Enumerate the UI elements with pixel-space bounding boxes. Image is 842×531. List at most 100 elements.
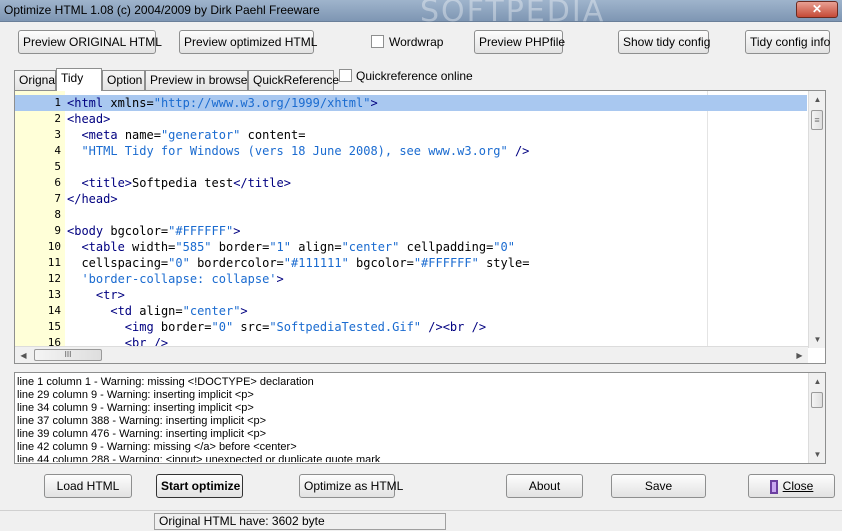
line-number: 7 <box>54 192 61 205</box>
code-text: cellspacing="0" bordercolor="#111111" bg… <box>67 255 529 271</box>
code-token: > <box>233 224 241 238</box>
editor-vertical-scrollbar[interactable]: ▲ ≡ ▼ <box>808 91 825 348</box>
softpedia-watermark: SOFTPEDIA <box>420 0 606 29</box>
preview-original-button[interactable]: Preview ORIGINAL HTML <box>18 30 162 54</box>
code-token: cellspacing= <box>81 256 169 270</box>
code-token: content= <box>240 128 306 142</box>
code-token: "http://www.w3.org/1999/xhtml" <box>153 96 371 110</box>
warning-line: line 42 column 9 - Warning: missing </a>… <box>17 441 297 453</box>
line-number: 12 <box>47 272 61 285</box>
window-close-button[interactable]: ✕ <box>796 1 838 18</box>
start-optimize-button[interactable]: Start optimize <box>156 474 243 498</box>
code-token: "585" <box>175 240 212 254</box>
log-vertical-scrollbar[interactable]: ▲ ▼ <box>808 373 825 463</box>
code-token: border= <box>160 320 212 334</box>
tidy-config-info-button[interactable]: Tidy config info <box>745 30 830 54</box>
warning-line: line 37 column 388 - Warning: inserting … <box>17 415 267 427</box>
tab-orignal[interactable]: Orignal <box>14 70 58 90</box>
code-token: /> <box>507 144 530 158</box>
code-token: "0" <box>211 320 234 334</box>
code-token: bordercolor= <box>189 256 284 270</box>
tidy-warnings-log[interactable]: line 1 column 1 - Warning: missing <!DOC… <box>14 372 826 464</box>
code-token: "SoftpediaTested.Gif" <box>269 320 422 334</box>
tab-tidy[interactable]: Tidy <box>56 68 102 91</box>
optimize-as-html-button[interactable]: Optimize as HTML <box>299 474 403 498</box>
preview-optimized-button[interactable]: Preview optimized HTML <box>179 30 317 54</box>
code-token: > <box>370 96 378 110</box>
tab-quickreference[interactable]: QuickReference <box>248 70 339 90</box>
tab-option[interactable]: Option <box>102 70 145 90</box>
code-text: <td align="center"> <box>67 303 247 319</box>
scroll-left-arrow-icon[interactable]: ◀ <box>15 347 32 364</box>
wordwrap-checkbox[interactable] <box>371 35 384 48</box>
code-token: "#FFFFFF" <box>168 224 234 238</box>
line-number: 9 <box>54 224 61 237</box>
code-token: border= <box>211 240 270 254</box>
code-token: <td <box>110 304 140 318</box>
show-tidy-config-button[interactable]: Show tidy config <box>618 30 710 54</box>
code-line: 14 <td align="center"> <box>15 303 807 319</box>
line-number: 1 <box>54 96 61 109</box>
line-number: 2 <box>54 112 61 125</box>
status-bar: Original HTML have: 3602 byte <box>0 510 842 531</box>
code-text: </head> <box>67 191 118 207</box>
line-number: 4 <box>54 144 61 157</box>
code-token: "#111111" <box>283 256 349 270</box>
about-button[interactable]: About <box>506 474 583 498</box>
vertical-scroll-thumb[interactable]: ≡ <box>811 110 823 130</box>
code-token: xmlns= <box>110 96 154 110</box>
code-line: 5 <box>15 159 807 175</box>
code-token: "#FFFFFF" <box>413 256 479 270</box>
code-line: 8 <box>15 207 807 223</box>
line-number: 5 <box>54 160 61 173</box>
code-token: "1" <box>269 240 291 254</box>
scroll-up-arrow-icon[interactable]: ▲ <box>809 91 826 108</box>
horizontal-scroll-thumb[interactable]: III <box>34 349 102 361</box>
code-text: <tr> <box>67 287 125 303</box>
close-button[interactable]: Close <box>748 474 835 498</box>
line-number: 14 <box>47 304 61 317</box>
code-token: cellpadding= <box>399 240 494 254</box>
preview-php-button[interactable]: Preview PHPfile <box>474 30 565 54</box>
code-line: 15 <img border="0" src="SoftpediaTested.… <box>15 319 807 335</box>
code-line: 4 "HTML Tidy for Windows (vers 18 June 2… <box>15 143 807 159</box>
scroll-down-arrow-icon[interactable]: ▼ <box>809 446 826 463</box>
warning-list: line 1 column 1 - Warning: missing <!DOC… <box>17 376 807 462</box>
close-button-label: Close <box>782 479 814 493</box>
line-number: 11 <box>47 256 61 269</box>
tab-preview-in-browser[interactable]: Preview in browser <box>145 70 251 90</box>
code-token: bgcolor= <box>348 256 414 270</box>
code-token: Softpedia test <box>132 176 234 190</box>
scroll-up-arrow-icon[interactable]: ▲ <box>809 373 826 390</box>
code-text: <head> <box>67 111 110 127</box>
scroll-right-arrow-icon[interactable]: ▶ <box>791 347 808 364</box>
load-html-button[interactable]: Load HTML <box>44 474 132 498</box>
warning-line: line 44 column 288 - Warning: <input> un… <box>17 454 381 462</box>
code-token: <html <box>67 96 111 110</box>
line-number: 10 <box>47 240 61 253</box>
code-text: <table width="585" border="1" align="cen… <box>67 239 515 255</box>
save-button[interactable]: Save <box>611 474 706 498</box>
code-token: <table <box>81 240 133 254</box>
status-original-size: Original HTML have: 3602 byte <box>154 513 446 530</box>
title-bar: Optimize HTML 1.08 (c) 2004/2009 by Dirk… <box>0 0 842 29</box>
window-title: Optimize HTML 1.08 (c) 2004/2009 by Dirk… <box>4 3 320 17</box>
quickreference-online-label: Quickreference online <box>356 69 473 83</box>
code-editor[interactable]: 1 <html xmlns="http://www.w3.org/1999/xht… <box>14 90 826 364</box>
code-token: <tr> <box>95 288 125 302</box>
editor-horizontal-scrollbar[interactable]: ◀ III ▶ <box>15 346 808 363</box>
code-token: bgcolor= <box>110 224 169 238</box>
quickreference-online-checkbox[interactable] <box>339 69 352 82</box>
code-line: 2 <head> <box>15 111 807 127</box>
code-token: </title> <box>233 176 291 190</box>
code-line: 1 <html xmlns="http://www.w3.org/1999/xht… <box>15 95 807 111</box>
code-line: 7 </head> <box>15 191 807 207</box>
log-scroll-thumb[interactable] <box>811 392 823 408</box>
scroll-down-arrow-icon[interactable]: ▼ <box>809 331 826 348</box>
line-number: 8 <box>54 208 61 221</box>
code-text: <title>Softpedia test</title> <box>67 175 291 191</box>
exit-door-icon <box>769 479 778 494</box>
